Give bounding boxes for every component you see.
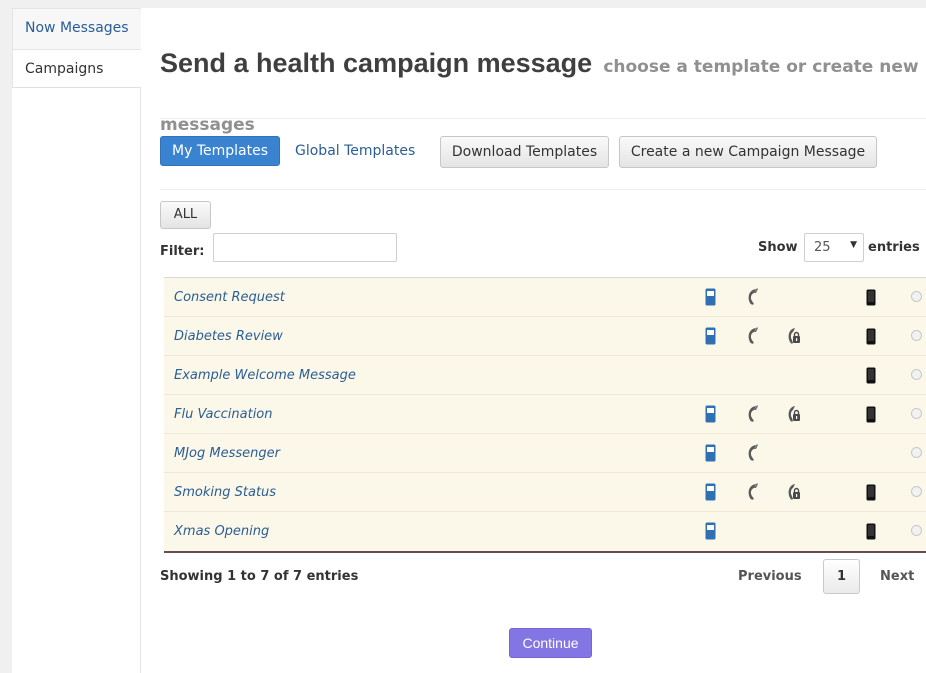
template-name-link[interactable]: Smoking Status: [174, 485, 276, 500]
mobile-app-icon: [866, 328, 876, 349]
template-name-link[interactable]: Xmas Opening: [174, 524, 269, 539]
select-radio[interactable]: [911, 447, 922, 458]
table-row[interactable]: Consent Request: [164, 278, 926, 317]
select-radio[interactable]: [911, 369, 922, 380]
secure-voice-icon: [784, 404, 804, 428]
sms-phone-icon: [705, 483, 716, 505]
table-row[interactable]: Smoking Status: [164, 473, 926, 512]
next-page-button[interactable]: Next: [880, 569, 914, 584]
table-row[interactable]: MJog Messenger: [164, 434, 926, 473]
voice-call-icon: [744, 482, 762, 506]
template-name-link[interactable]: MJog Messenger: [174, 446, 280, 461]
table-info: Showing 1 to 7 of 7 entries: [160, 569, 359, 584]
create-campaign-message-button[interactable]: Create a new Campaign Message: [619, 136, 877, 168]
table-row[interactable]: Flu Vaccination: [164, 395, 926, 434]
chevron-down-icon: ▼: [850, 240, 857, 250]
page-size-value: 25: [814, 240, 831, 255]
sms-phone-icon: [705, 327, 716, 349]
previous-page-button[interactable]: Previous: [738, 569, 802, 584]
vertical-tabs: Now Messages Campaigns: [12, 8, 141, 673]
select-radio[interactable]: [911, 486, 922, 497]
table-row[interactable]: Xmas Opening: [164, 512, 926, 551]
tab-campaigns[interactable]: Campaigns: [12, 50, 141, 88]
template-name-link[interactable]: Diabetes Review: [174, 329, 283, 344]
sms-phone-icon: [705, 444, 716, 466]
page-title: Send a health campaign message: [160, 48, 593, 78]
templates-table: Consent Request Diabetes Review Example We…: [164, 277, 926, 553]
continue-button[interactable]: Continue: [509, 628, 592, 658]
voice-call-icon: [744, 443, 762, 467]
show-label: Show: [758, 240, 798, 255]
main-content: Send a health campaign message choose a …: [141, 8, 926, 673]
secure-voice-icon: [784, 326, 804, 350]
window-top-border: [0, 0, 926, 8]
table-row[interactable]: Diabetes Review: [164, 317, 926, 356]
tab-now-messages[interactable]: Now Messages: [12, 8, 141, 50]
divider: [160, 189, 926, 190]
template-name-link[interactable]: Consent Request: [174, 290, 285, 305]
voice-call-icon: [744, 404, 762, 428]
voice-call-icon: [744, 287, 762, 311]
template-name-link[interactable]: Example Welcome Message: [174, 368, 356, 383]
mobile-app-icon: [866, 406, 876, 427]
filter-input[interactable]: [213, 233, 397, 262]
mobile-app-icon: [866, 523, 876, 544]
window-left-border: [0, 8, 12, 673]
all-filter-button[interactable]: ALL: [160, 201, 211, 229]
mobile-app-icon: [866, 289, 876, 310]
global-templates-link[interactable]: Global Templates: [295, 136, 415, 166]
divider: [160, 118, 926, 119]
page-size-select[interactable]: 25 ▼: [804, 233, 864, 262]
page-heading: Send a health campaign message choose a …: [160, 35, 920, 151]
select-radio[interactable]: [911, 291, 922, 302]
sms-phone-icon: [705, 405, 716, 427]
filter-label: Filter:: [160, 244, 205, 259]
mobile-app-icon: [866, 484, 876, 505]
sms-phone-icon: [705, 288, 716, 310]
download-templates-button[interactable]: Download Templates: [440, 136, 609, 168]
select-radio[interactable]: [911, 330, 922, 341]
template-name-link[interactable]: Flu Vaccination: [174, 407, 273, 422]
secure-voice-icon: [784, 482, 804, 506]
table-row[interactable]: Example Welcome Message: [164, 356, 926, 395]
voice-call-icon: [744, 326, 762, 350]
select-radio[interactable]: [911, 525, 922, 536]
entries-label: entries: [868, 240, 920, 255]
mobile-app-icon: [866, 367, 876, 388]
my-templates-button[interactable]: My Templates: [160, 136, 280, 166]
select-radio[interactable]: [911, 408, 922, 419]
sms-phone-icon: [705, 522, 716, 544]
page: Now Messages Campaigns Send a health cam…: [0, 0, 926, 673]
page-number-button[interactable]: 1: [823, 559, 860, 594]
